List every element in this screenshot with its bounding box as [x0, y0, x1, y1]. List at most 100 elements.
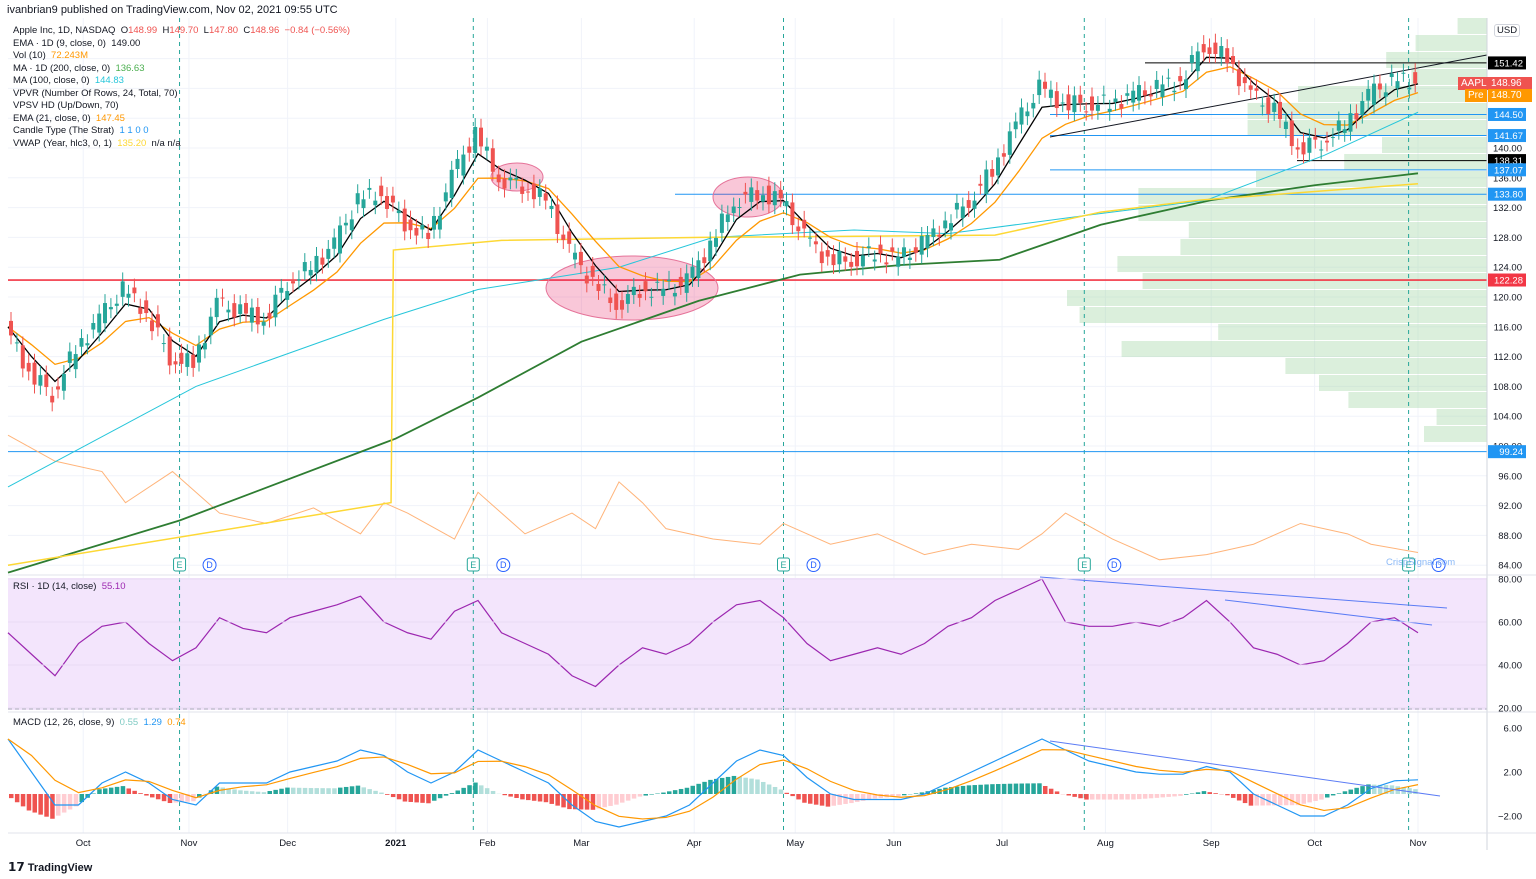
- ema9-value: 149.00: [111, 37, 141, 49]
- candle-body: [1348, 113, 1353, 132]
- legend-vol[interactable]: Vol (10) 72.243M: [13, 50, 350, 63]
- candle-body: [972, 200, 977, 209]
- macd-trend-line[interactable]: [1049, 740, 1441, 797]
- candle-body: [655, 281, 660, 283]
- symbol-name[interactable]: Apple Inc, 1D, NASDAQ: [13, 25, 115, 36]
- candle-body: [596, 283, 601, 291]
- macd-histogram-bar: [138, 793, 143, 794]
- candle-body: [860, 255, 865, 267]
- legend-ema21[interactable]: EMA (21, close, 0) 147.45: [13, 113, 350, 126]
- ema9-label: EMA · 1D (9, close, 0): [13, 37, 106, 49]
- earnings-label: E: [470, 560, 476, 570]
- open-label: O: [120, 25, 129, 36]
- candle-body: [943, 220, 948, 229]
- macd-histogram-bar: [9, 794, 14, 799]
- macd-histogram-bar: [1066, 794, 1071, 796]
- macd-histogram-bar: [1301, 794, 1306, 804]
- candle-body: [273, 294, 278, 318]
- rsi-value: 55.10: [101, 581, 126, 592]
- macd-histogram-bar: [355, 785, 361, 794]
- macd-histogram-bar: [537, 794, 543, 802]
- macd-histogram-bar: [1048, 788, 1054, 794]
- candle-body: [690, 266, 695, 278]
- macd-histogram-bar: [361, 787, 366, 794]
- macd-histogram-bar: [772, 786, 778, 794]
- macd-histogram-bar: [1307, 794, 1312, 803]
- macd-histogram-bar: [1330, 794, 1336, 796]
- vpvr-row: [1247, 120, 1487, 136]
- candle-body: [379, 185, 384, 197]
- macd-histogram-bar: [749, 778, 754, 794]
- price-tick: 112.00: [1494, 352, 1522, 363]
- macd-histogram-bar: [508, 794, 513, 797]
- legend-ma100[interactable]: MA (100, close, 0) 144.83: [13, 75, 350, 88]
- legend-symbol-row: Apple Inc, 1D, NASDAQ O148.99 H149.70 L1…: [13, 25, 350, 38]
- macd-histogram-bar: [684, 787, 690, 794]
- vpvr-row: [1386, 52, 1487, 68]
- vpvr-row: [1142, 273, 1487, 289]
- vpvr-row: [1319, 375, 1487, 391]
- candle-body: [1148, 94, 1153, 97]
- candle-body: [1213, 42, 1218, 54]
- macd-legend[interactable]: MACD (12, 26, close, 9) 0.55 1.29 0.74: [13, 717, 186, 728]
- candle-body: [590, 265, 595, 277]
- macd-pane: [7, 738, 1419, 828]
- macd-histogram-bar: [20, 794, 26, 807]
- earnings-label: E: [177, 560, 183, 570]
- candle-body: [802, 219, 807, 229]
- candle-body: [1137, 85, 1141, 101]
- rsi-legend[interactable]: RSI · 1D (14, close) 55.10: [13, 581, 125, 592]
- macd-histogram-bar: [473, 782, 478, 794]
- macd-histogram-bar: [302, 787, 308, 794]
- legend-vwap[interactable]: VWAP (Year, hlc3, 0, 1) 135.20 n/a n/a: [13, 138, 350, 151]
- macd-histogram-bar: [1248, 794, 1254, 806]
- candle-body: [925, 234, 930, 249]
- time-tick: May: [786, 838, 804, 849]
- macd-histogram-bar: [244, 790, 249, 794]
- macd-histogram-bar: [625, 794, 631, 801]
- macd-histogram-bar: [467, 785, 472, 794]
- macd-histogram-bar: [661, 792, 666, 794]
- currency-label[interactable]: USD: [1494, 24, 1521, 37]
- candle-body: [649, 296, 654, 298]
- candle-body: [302, 262, 307, 272]
- macd-histogram-bar: [1037, 783, 1042, 794]
- macd-histogram-bar: [326, 788, 331, 794]
- candle-body: [1025, 111, 1030, 117]
- candle-body: [467, 146, 472, 153]
- vpvr-row: [1285, 358, 1487, 374]
- macd-signal-value: 0.74: [167, 717, 186, 728]
- candle-body: [349, 219, 354, 231]
- candle-body: [919, 235, 924, 255]
- candle-body: [1307, 137, 1312, 153]
- legend-vpvr[interactable]: VPVR (Number Of Rows, 24, Total, 70): [13, 88, 350, 101]
- vpvr-row: [1218, 324, 1487, 340]
- macd-histogram-bar: [990, 784, 995, 794]
- legend-ma200[interactable]: MA · 1D (200, close, 0) 136.63: [13, 63, 350, 76]
- candle-body: [1301, 142, 1306, 155]
- candle-body: [343, 222, 348, 226]
- rsi-tick: 60.00: [1498, 618, 1522, 629]
- candle-body: [996, 157, 1000, 176]
- macd-histogram-bar: [279, 788, 284, 794]
- candle-body: [749, 187, 754, 202]
- legend-ema9[interactable]: EMA · 1D (9, close, 0) 149.00: [13, 38, 350, 51]
- candle-body: [197, 344, 201, 363]
- candle-body: [1360, 100, 1365, 115]
- macd-histogram-bar: [784, 792, 789, 794]
- macd-histogram-bar: [320, 788, 325, 794]
- macd-histogram-bar: [126, 788, 131, 794]
- candle-body: [1336, 120, 1341, 131]
- legend-vpsv[interactable]: VPSV HD (Up/Down, 70): [13, 100, 350, 113]
- candle-body: [866, 246, 871, 249]
- macd-histogram-bar: [308, 788, 314, 794]
- tradingview-logo[interactable]: 𝟭𝟳 TradingView: [8, 860, 92, 874]
- legend-candle-type[interactable]: Candle Type (The Strat) 1 1 0 0: [13, 125, 350, 138]
- candle-body: [1037, 79, 1042, 96]
- macd-histogram-bar: [1101, 794, 1107, 800]
- candle-body: [373, 200, 378, 206]
- candle-body: [678, 276, 683, 286]
- vol-label: Vol (10): [13, 50, 46, 61]
- macd-histogram-bar: [1090, 794, 1095, 800]
- candle-body: [1195, 51, 1200, 72]
